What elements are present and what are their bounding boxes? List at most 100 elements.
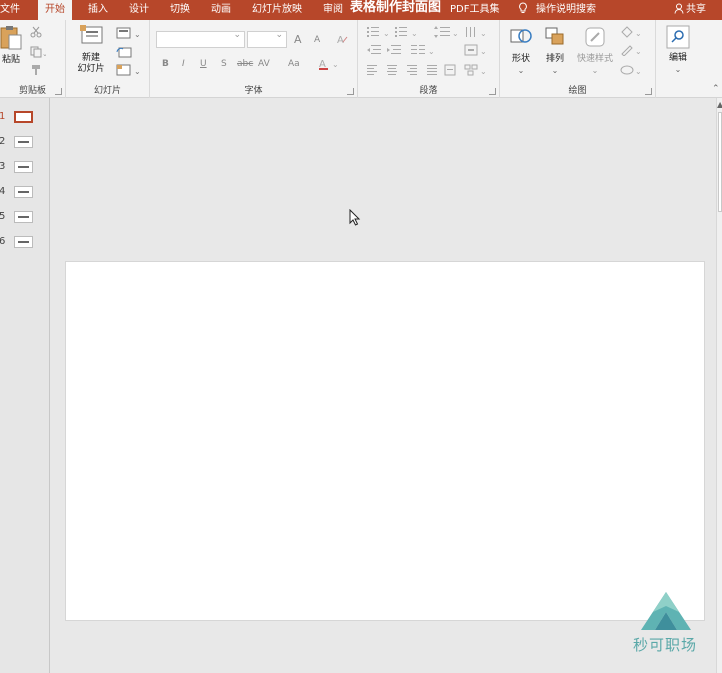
clear-formatting-icon[interactable]: A <box>336 33 350 45</box>
paste-button[interactable]: 粘贴 <box>0 25 22 66</box>
justify-icon[interactable] <box>426 64 438 76</box>
font-color-icon[interactable]: A ⌄ <box>318 57 348 71</box>
tab-design[interactable]: 设计 <box>129 0 149 20</box>
svg-text:⌄: ⌄ <box>635 47 642 56</box>
tab-insert[interactable]: 插入 <box>88 0 108 20</box>
align-text-icon[interactable]: ⌄ <box>464 44 490 56</box>
share-button[interactable]: 共享 <box>674 0 706 20</box>
svg-text:⌄: ⌄ <box>428 47 435 56</box>
tab-transitions[interactable]: 切换 <box>170 0 190 20</box>
clipboard-group: 粘贴 ⌄ 剪贴板 <box>0 20 66 98</box>
numbering-icon[interactable]: ⌄ <box>394 26 420 38</box>
shape-outline-icon[interactable]: ⌄ <box>620 44 644 56</box>
slide-number: 4 <box>0 186 6 197</box>
increase-indent-icon[interactable] <box>386 44 402 56</box>
slide-thumbnail[interactable]: 6 <box>0 235 48 251</box>
smartart-icon[interactable]: ⌄ <box>464 64 490 76</box>
slide-number: 3 <box>0 161 6 172</box>
new-slide-button[interactable]: 新建 幻灯片 <box>70 25 112 75</box>
arrange-button[interactable]: 排列 ⌄ <box>540 26 570 76</box>
change-case-button[interactable]: Aa <box>288 59 300 69</box>
columns-icon[interactable]: ⌄ <box>410 44 436 56</box>
slide-thumbnail[interactable]: 4 <box>0 185 48 201</box>
person-icon <box>674 3 684 14</box>
slide-number: 1 <box>0 111 6 122</box>
cut-icon[interactable] <box>30 26 42 38</box>
svg-text:⌄: ⌄ <box>134 30 141 39</box>
slide-thumbnail[interactable]: 3 <box>0 160 48 176</box>
tab-review[interactable]: 审阅 <box>323 0 343 20</box>
distributed-icon[interactable] <box>444 64 456 76</box>
scroll-up-icon[interactable]: ▲ <box>717 100 722 109</box>
italic-button[interactable]: I <box>182 59 185 69</box>
slides-group-label: 幻灯片 <box>93 86 121 96</box>
svg-text:⌄: ⌄ <box>480 47 487 56</box>
svg-text:A: A <box>337 35 344 45</box>
slide-thumbnail-preview <box>14 236 33 248</box>
slides-group: 新建 幻灯片 ⌄ ⌄ 幻灯片 <box>66 20 150 98</box>
tab-pdf-tools[interactable]: PDF工具集 <box>450 0 499 20</box>
font-launcher-icon[interactable] <box>347 88 354 95</box>
paste-icon <box>0 26 22 50</box>
paragraph-launcher-icon[interactable] <box>489 88 496 95</box>
line-spacing-icon[interactable]: ⌄ <box>434 26 460 38</box>
collapse-ribbon-icon[interactable]: ⌃ <box>712 84 720 94</box>
shrink-font-button[interactable]: A <box>314 35 320 45</box>
scrollbar-thumb[interactable] <box>718 112 722 212</box>
clipboard-launcher-icon[interactable] <box>55 88 62 95</box>
slide-thumbnail[interactable]: 2 <box>0 135 48 151</box>
reset-slide-icon[interactable] <box>116 46 132 58</box>
title-tab-bar: 文件 开始 插入 设计 切换 动画 幻灯片放映 审阅 表格制作封面图 PDF工具… <box>0 0 722 20</box>
mouse-pointer-icon <box>349 209 361 226</box>
slide-thumbnail[interactable]: 1 <box>0 110 48 126</box>
align-left-icon[interactable] <box>366 64 378 76</box>
align-right-icon[interactable] <box>406 64 418 76</box>
strikethrough-button[interactable]: abc <box>237 59 253 69</box>
format-painter-icon[interactable] <box>30 64 42 76</box>
tab-slideshow[interactable]: 幻灯片放映 <box>252 0 302 20</box>
font-group-label: 字体 <box>244 86 263 96</box>
lightbulb-icon <box>519 2 527 13</box>
text-shadow-button[interactable]: S <box>221 59 227 69</box>
character-spacing-button[interactable]: AV <box>258 59 270 69</box>
svg-text:⌄: ⌄ <box>42 50 46 58</box>
underline-button[interactable]: U <box>200 59 207 69</box>
bullets-icon[interactable]: ⌄ <box>366 26 392 38</box>
tell-me-search[interactable]: 操作说明搜索 <box>518 0 596 20</box>
drawing-launcher-icon[interactable] <box>645 88 652 95</box>
grow-font-button[interactable]: A <box>294 33 302 46</box>
document-title: 表格制作封面图 <box>350 0 442 15</box>
shapes-button[interactable]: 形状 ⌄ <box>506 26 536 76</box>
svg-text:⌄: ⌄ <box>452 29 459 38</box>
current-slide-canvas[interactable] <box>65 261 705 621</box>
slide-thumbnail[interactable]: 5 <box>0 210 48 226</box>
new-slide-label-line2: 幻灯片 <box>77 64 105 74</box>
slide-thumbnail-preview <box>14 211 33 223</box>
shape-fill-icon[interactable]: ⌄ <box>620 26 644 38</box>
quick-styles-label: 快速样式 <box>576 54 613 64</box>
section-icon[interactable]: ⌄ <box>116 64 142 76</box>
slide-editing-area <box>51 98 716 673</box>
slide-number: 5 <box>0 211 6 222</box>
editing-label: 编辑 <box>668 53 687 63</box>
decrease-indent-icon[interactable] <box>366 44 382 56</box>
align-center-icon[interactable] <box>386 64 398 76</box>
quick-styles-button[interactable]: 快速样式 ⌄ <box>574 26 616 76</box>
slide-thumbnail-preview <box>14 186 33 198</box>
vertical-scrollbar[interactable]: ▲ <box>716 98 722 673</box>
svg-text:⌄: ⌄ <box>411 29 418 38</box>
layout-icon[interactable]: ⌄ <box>116 27 142 39</box>
quick-styles-icon <box>585 27 605 47</box>
svg-text:⌄: ⌄ <box>480 29 487 38</box>
tab-file[interactable]: 文件 <box>0 0 20 20</box>
font-family-select[interactable] <box>156 30 245 48</box>
copy-icon[interactable]: ⌄ <box>30 46 46 58</box>
shape-effects-icon[interactable]: ⌄ <box>620 64 644 76</box>
text-direction-icon[interactable]: ⌄ <box>464 26 490 38</box>
tab-animations[interactable]: 动画 <box>211 0 231 20</box>
bold-button[interactable]: B <box>162 59 169 69</box>
tab-home[interactable]: 开始 <box>38 0 72 20</box>
editing-button[interactable]: 编辑 ⌄ <box>662 25 694 75</box>
font-size-select[interactable] <box>247 30 287 48</box>
slide-number: 2 <box>0 136 6 147</box>
